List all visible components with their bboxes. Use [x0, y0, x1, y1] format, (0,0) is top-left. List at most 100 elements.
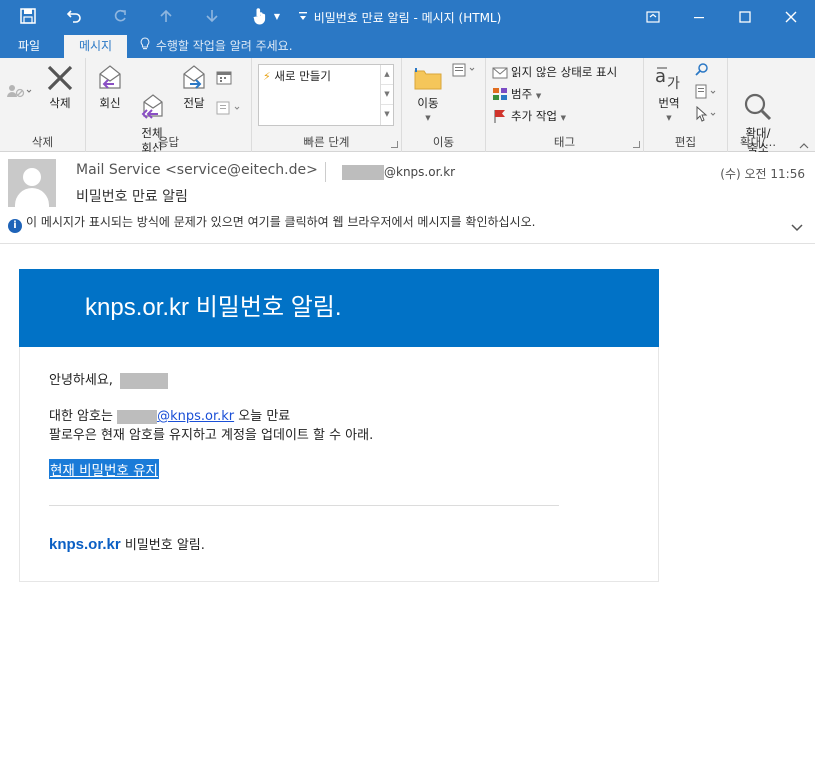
rules-button[interactable]	[452, 62, 478, 82]
respond-group: 회신 전체 회신 전달 응답	[86, 58, 252, 155]
quick-steps-gallery: ⚡ 새로 만들기 ▲ ▼ ▼	[258, 64, 394, 126]
expiry-line: 대한 암호는 @knps.or.kr 오늘 만료	[49, 405, 290, 424]
collapse-ribbon-icon[interactable]	[799, 139, 809, 149]
categorize-dropdown-icon: ▼	[535, 92, 542, 100]
lightbulb-icon	[140, 35, 152, 57]
redacted-email-user	[117, 409, 158, 424]
reply-all-icon	[136, 77, 168, 119]
gallery-more-icon[interactable]: ▼	[381, 105, 393, 125]
message-body: knps.or.kr 비밀번호 알림. 안녕하세요, 대한 암호는 @knps.…	[0, 245, 815, 757]
quick-step-new[interactable]: ⚡ 새로 만들기	[263, 68, 331, 84]
divider	[49, 505, 559, 506]
expiry-suffix: 오늘 만료	[238, 409, 291, 424]
scroll-down-icon[interactable]: ▼	[381, 85, 393, 105]
categorize-button[interactable]: 범주 ▼	[492, 84, 541, 104]
delete-group-label: 삭제	[31, 135, 54, 149]
account-email-link[interactable]: @knps.or.kr	[157, 409, 234, 424]
translate-dropdown-icon: ▼	[666, 114, 672, 122]
reply-label: 회신	[99, 96, 121, 110]
received-date: (수) 오전 11:56	[720, 167, 805, 181]
follow-up-button[interactable]: 추가 작업 ▼	[492, 106, 566, 126]
rules-icon	[452, 62, 478, 84]
select-cursor-icon	[694, 105, 720, 128]
expand-header-chevron-icon[interactable]	[790, 220, 804, 234]
message-subject: 비밀번호 만료 알림	[76, 189, 188, 205]
zoom-group: 확대/ 축소 확대/...	[728, 58, 788, 155]
maximize-icon[interactable]	[722, 0, 768, 33]
forward-label: 전달	[183, 96, 205, 110]
quick-step-new-label: 새로 만들기	[274, 69, 331, 83]
translate-icon: a가	[653, 62, 685, 94]
minimize-icon[interactable]	[676, 0, 722, 33]
delete-group: 삭제 삭제	[0, 58, 86, 152]
sender-avatar	[8, 159, 56, 207]
info-bar[interactable]: i 이 메시지가 표시되는 방식에 문제가 있으면 여기를 클릭하여 웹 브라우저…	[8, 213, 535, 233]
tab-message[interactable]: 메시지	[64, 35, 127, 58]
ignore-button[interactable]	[6, 82, 32, 102]
message-header: Mail Service <service@eitech.de> @knps.o…	[0, 152, 815, 244]
related-icon	[694, 84, 720, 106]
expiry-prefix: 대한 암호는	[49, 409, 113, 424]
related-button[interactable]	[694, 84, 720, 104]
ribbon-tab-bar: 파일 메시지 수행할 작업을 알려 주세요.	[0, 33, 815, 58]
move-group-label: 이동	[432, 135, 455, 149]
redacted-recipient-name	[342, 165, 384, 180]
more-respond-icon	[216, 100, 244, 122]
follow-up-label: 추가 작업	[511, 109, 557, 123]
info-icon: i	[8, 219, 22, 233]
unread-envelope-icon	[492, 65, 508, 79]
instruction-line: 팔로우은 현재 암호를 유지하고 계정을 업데이트 할 수 아래.	[49, 428, 374, 443]
reply-button[interactable]: 회신	[90, 62, 130, 111]
flag-icon	[492, 109, 508, 123]
ignore-icon	[6, 82, 32, 106]
ribbon-display-options-icon[interactable]	[630, 0, 676, 33]
lightning-icon: ⚡	[263, 70, 271, 83]
move-label: 이동	[417, 96, 439, 110]
recipient-domain: @knps.or.kr	[384, 165, 456, 179]
editing-group: a가 번역 ▼ 편집	[644, 58, 728, 152]
translate-button[interactable]: a가 번역 ▼	[648, 62, 690, 126]
select-button[interactable]	[694, 105, 720, 128]
respond-group-label: 응답	[157, 135, 180, 149]
move-folder-icon	[412, 62, 444, 94]
categorize-label: 범주	[511, 87, 533, 101]
magnifier-icon	[742, 77, 774, 121]
delete-button[interactable]: 삭제	[40, 62, 80, 111]
scroll-up-icon[interactable]: ▲	[381, 65, 393, 85]
svg-text:a: a	[655, 66, 666, 87]
meeting-button[interactable]	[216, 70, 232, 90]
close-icon[interactable]	[768, 0, 814, 33]
find-icon	[694, 62, 710, 84]
move-button[interactable]: 이동 ▼	[408, 62, 448, 126]
more-respond-button[interactable]	[216, 100, 244, 120]
zoom-group-label: 확대/...	[739, 135, 776, 149]
delete-x-icon	[44, 62, 76, 94]
info-bar-text: 이 메시지가 표시되는 방식에 문제가 있으면 여기를 클릭하여 웹 브라우저에…	[26, 215, 536, 229]
keep-password-link[interactable]: 현재 비밀번호 유지	[49, 459, 159, 479]
sender[interactable]: Mail Service <service@eitech.de>	[76, 162, 318, 178]
categorize-icon	[492, 87, 508, 101]
redacted-name	[120, 372, 169, 389]
footer-brand: knps.or.kr	[49, 536, 121, 553]
svg-text:가: 가	[667, 76, 680, 92]
quick-steps-scrollbar[interactable]: ▲ ▼ ▼	[380, 65, 393, 125]
mark-unread-button[interactable]: 읽지 않은 상태로 표시	[492, 62, 617, 82]
title-bar: ▼ 비밀번호 만료 알림 - 메시지 (HTML)	[0, 0, 815, 33]
quick-steps-group-label: 빠른 단계	[303, 135, 350, 149]
forward-button[interactable]: 전달	[174, 62, 214, 111]
email-footer: knps.or.kr 비밀번호 알림.	[49, 534, 205, 553]
footer-text: 비밀번호 알림.	[124, 538, 205, 553]
find-button[interactable]	[694, 62, 710, 82]
greeting-text: 안녕하세요,	[49, 373, 113, 388]
recipient[interactable]: @knps.or.kr	[342, 165, 455, 180]
tags-launcher-icon[interactable]	[633, 141, 640, 148]
quick-steps-launcher-icon[interactable]	[391, 141, 398, 148]
email-banner: knps.or.kr 비밀번호 알림.	[19, 269, 659, 347]
editing-group-label: 편집	[674, 135, 697, 149]
translate-label: 번역	[658, 96, 680, 110]
email-card: knps.or.kr 비밀번호 알림. 안녕하세요, 대한 암호는 @knps.…	[19, 269, 659, 582]
tell-me-search[interactable]: 수행할 작업을 알려 주세요.	[140, 35, 293, 58]
tab-file[interactable]: 파일	[6, 35, 52, 58]
move-dropdown-icon: ▼	[425, 114, 431, 122]
follow-up-dropdown-icon: ▼	[560, 114, 567, 122]
